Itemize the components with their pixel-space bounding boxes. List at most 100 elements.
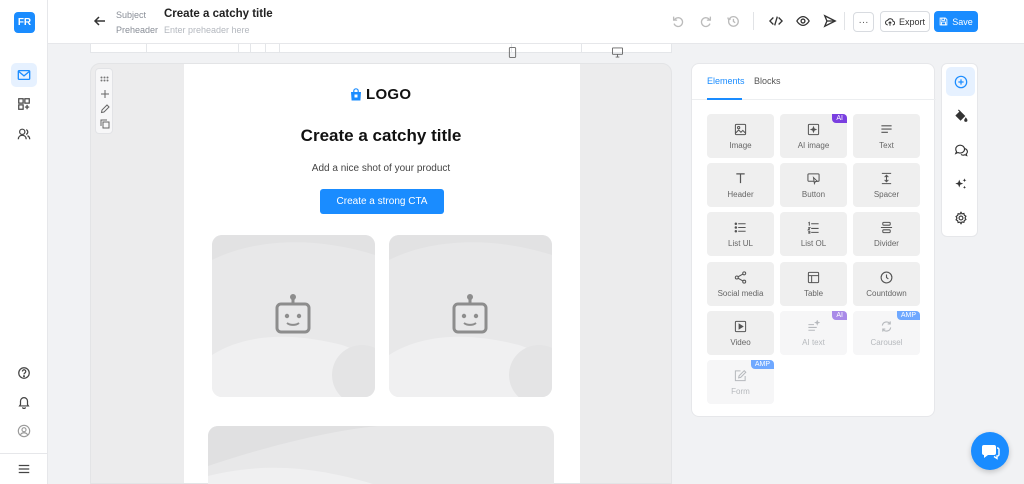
rail-menu-icon[interactable] <box>11 457 37 481</box>
element-label: Image <box>729 140 752 150</box>
amp-badge: AMP <box>750 360 774 369</box>
header-divider <box>844 12 845 30</box>
add-elements-button[interactable] <box>946 67 975 96</box>
element-spacer[interactable]: Spacer <box>853 163 920 207</box>
history-icon[interactable] <box>726 14 740 28</box>
element-ai-text[interactable]: AI AI text <box>780 311 847 355</box>
preview-eye-icon[interactable] <box>796 14 810 28</box>
carousel-icon <box>881 320 892 332</box>
ai-text-icon <box>808 319 820 331</box>
rail-templates-icon[interactable] <box>11 92 37 116</box>
side-toolbar <box>941 63 978 237</box>
editor-header: Subject Create a catchy title Preheader … <box>48 0 1024 44</box>
element-social-media[interactable]: Social media <box>707 262 774 306</box>
add-block-icon[interactable] <box>99 88 110 99</box>
preheader-input[interactable]: Enter preheader here <box>164 25 250 35</box>
edit-pencil-icon[interactable] <box>99 103 110 114</box>
element-label: Button <box>801 189 826 199</box>
logo-text: LOGO <box>366 86 412 103</box>
element-label: AI image <box>797 140 830 150</box>
header-divider <box>753 12 754 30</box>
amp-badge: AMP <box>896 311 920 320</box>
tab-elements[interactable]: Elements <box>707 76 745 86</box>
email-subtitle[interactable]: Add a nice shot of your product <box>183 163 579 174</box>
list-ol-icon <box>807 221 819 234</box>
button-icon <box>807 172 820 185</box>
desktop-view-icon[interactable] <box>612 47 623 58</box>
subject-label: Subject <box>116 10 147 20</box>
gear-icon <box>954 210 967 225</box>
settings-button[interactable] <box>946 203 975 232</box>
element-label: Carousel <box>870 337 903 347</box>
mobile-view-icon[interactable] <box>508 47 517 58</box>
save-disk-icon <box>939 17 948 26</box>
element-label: Video <box>730 337 751 347</box>
send-icon[interactable] <box>823 14 837 28</box>
shopping-bag-icon <box>351 88 361 101</box>
element-divider[interactable]: Divider <box>853 212 920 256</box>
text-icon <box>881 124 892 133</box>
email-logo[interactable]: LOGO <box>350 86 411 103</box>
element-ai-image[interactable]: AI AI image <box>780 114 847 158</box>
placeholder-art <box>208 426 378 484</box>
element-label: Social media <box>717 288 764 298</box>
rail-users-icon[interactable] <box>11 122 37 146</box>
tab-blocks[interactable]: Blocks <box>754 76 781 86</box>
rail-profile-icon[interactable] <box>11 419 37 443</box>
placeholder-art <box>212 235 375 397</box>
appearance-button[interactable] <box>946 101 975 130</box>
element-button[interactable]: Button <box>780 163 847 207</box>
table-icon <box>807 271 820 283</box>
active-tab-indicator <box>707 98 742 100</box>
back-arrow-icon[interactable] <box>92 13 108 29</box>
element-label: Text <box>879 140 894 150</box>
element-label: Table <box>803 288 824 298</box>
element-list-ul[interactable]: List UL <box>707 212 774 256</box>
element-label: List OL <box>800 238 827 248</box>
export-button[interactable]: Export <box>880 11 930 32</box>
share-icon <box>734 270 747 284</box>
element-list-ol[interactable]: List OL <box>780 212 847 256</box>
subject-input[interactable]: Create a catchy title <box>164 8 273 20</box>
image-placeholder[interactable] <box>212 235 375 397</box>
element-table[interactable]: Table <box>780 262 847 306</box>
spacer-icon <box>881 172 892 184</box>
image-placeholder-wide[interactable] <box>208 426 554 484</box>
ai-assistant-button[interactable] <box>946 169 975 198</box>
rail-bell-icon[interactable] <box>11 390 37 414</box>
comments-button[interactable] <box>946 135 975 164</box>
support-chat-button[interactable] <box>971 432 1009 470</box>
drag-handle-icon[interactable] <box>99 73 110 84</box>
plus-circle-icon <box>954 75 967 88</box>
undo-icon[interactable] <box>671 14 685 28</box>
form-icon <box>734 369 747 381</box>
save-button[interactable]: Save <box>934 11 978 32</box>
cloud-upload-icon <box>885 17 895 26</box>
redo-icon[interactable] <box>699 14 713 28</box>
chat-bubbles-icon <box>954 144 968 157</box>
header-icon <box>736 172 745 183</box>
block-toolbar <box>95 68 113 134</box>
save-label: Save <box>952 16 973 27</box>
panel-tabs: Elements Blocks <box>692 64 936 100</box>
email-title[interactable]: Create a catchy title <box>183 126 579 146</box>
export-label: Export <box>898 16 925 27</box>
element-text[interactable]: Text <box>853 114 920 158</box>
more-options-button[interactable]: ··· <box>853 12 874 32</box>
element-image[interactable]: Image <box>707 114 774 158</box>
element-form[interactable]: AMP Form <box>707 360 774 404</box>
image-placeholder[interactable] <box>389 235 552 397</box>
element-header[interactable]: Header <box>707 163 774 207</box>
rail-divider <box>0 453 48 454</box>
chat-icon <box>982 445 1000 460</box>
element-video[interactable]: Video <box>707 311 774 355</box>
workspace-avatar[interactable]: FR <box>14 12 35 33</box>
duplicate-icon[interactable] <box>99 118 110 129</box>
element-carousel[interactable]: AMP Carousel <box>853 311 920 355</box>
cta-button[interactable]: Create a strong CTA <box>320 189 444 214</box>
element-label: Form <box>731 386 750 396</box>
element-countdown[interactable]: Countdown <box>853 262 920 306</box>
rail-email-icon[interactable] <box>11 63 37 87</box>
code-icon[interactable] <box>769 14 783 28</box>
rail-help-icon[interactable] <box>11 361 37 385</box>
